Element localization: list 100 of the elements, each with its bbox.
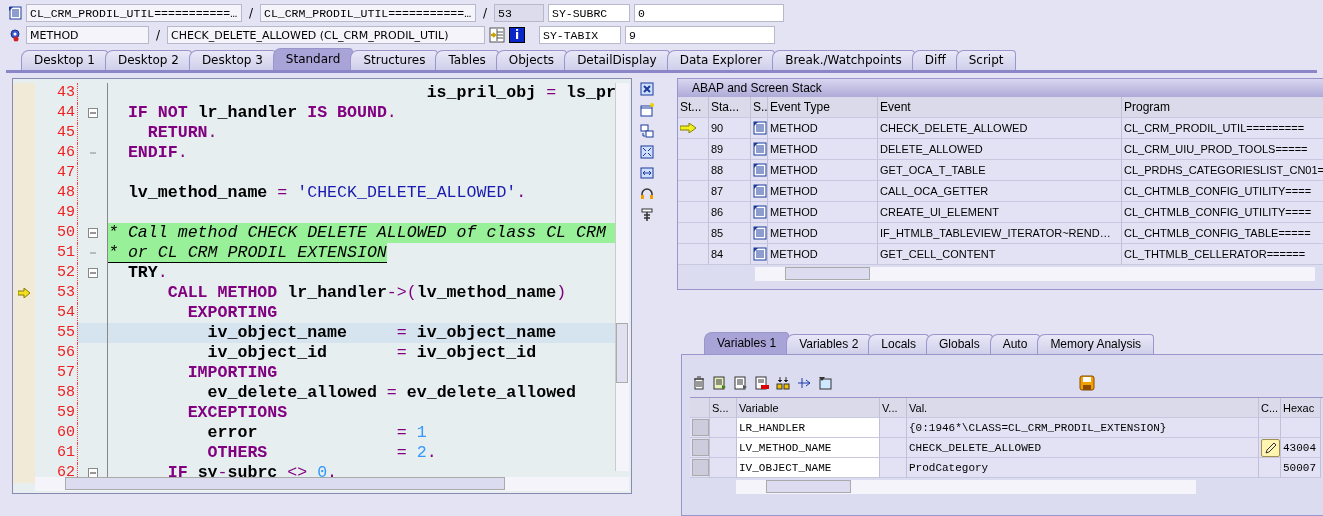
table-cell: 87 <box>709 181 751 202</box>
code-line: ev_delete_allowed = ev_delete_allowed <box>206 383 578 403</box>
tab[interactable]: Variables 2 <box>786 334 872 354</box>
table-cell: CHECK_DELETE_ALLOWED <box>907 438 1259 458</box>
resize-width-icon[interactable] <box>640 166 654 180</box>
sort-icon[interactable] <box>776 376 790 390</box>
tab[interactable]: Data Explorer <box>666 50 776 70</box>
delete-icon[interactable] <box>692 376 706 390</box>
swap-windows-icon[interactable] <box>640 124 654 138</box>
column-header[interactable]: Val. <box>907 398 1259 418</box>
table-cell: METHOD <box>768 160 878 181</box>
table-cell: CL_CHTMLB_CONFIG_UTILITY==== <box>1122 202 1323 223</box>
separator: / <box>481 6 488 20</box>
save-icon[interactable] <box>1079 375 1095 391</box>
document-icon <box>8 6 22 20</box>
tab[interactable]: Variables 1 <box>704 332 790 354</box>
code-line: RETURN. <box>146 123 219 143</box>
tab[interactable]: Locals <box>868 334 929 354</box>
tab[interactable]: Objects <box>495 50 568 70</box>
column-header[interactable]: St... <box>678 97 709 118</box>
display-field: METHOD <box>26 26 149 44</box>
table-cell: CL_PRDHS_CATEGORIESLIST_CN01= <box>1122 160 1323 181</box>
tab[interactable]: Diff <box>911 50 959 70</box>
display-field: CHECK_DELETE_ALLOWED (CL_CRM_PRODIL_UTIL) <box>167 26 485 44</box>
code-line: TRY. <box>126 263 169 283</box>
table-cell: 89 <box>709 139 751 160</box>
table-cell: CL_CRM_UIU_PROD_TOOLS===== <box>1122 139 1323 160</box>
new-window-icon[interactable] <box>640 103 654 117</box>
horizontal-scrollbar[interactable] <box>755 267 1315 281</box>
tool-icon[interactable] <box>640 208 654 222</box>
comment-highlight: * Call method CHECK DELETE ALLOWED of class CL CRM <box>108 223 615 243</box>
column-header[interactable]: V... <box>880 398 907 418</box>
table-cell: 50007 <box>1281 458 1321 478</box>
vertical-scrollbar[interactable] <box>615 83 629 471</box>
table-cell: CREATE_UI_ELEMENT <box>878 202 1122 223</box>
code-line: iv_object_id = iv_object_id <box>206 343 538 363</box>
info-button[interactable]: i <box>509 27 525 43</box>
code-line: CALL METHOD lr_handler->(lv_method_name) <box>166 283 568 303</box>
table-cell: IV_OBJECT_NAME <box>737 458 880 478</box>
document-icon <box>753 163 767 177</box>
tab[interactable]: Standard <box>272 48 354 70</box>
tab[interactable]: Script <box>955 50 1017 70</box>
code-line: EXPORTING <box>186 303 279 323</box>
tab[interactable]: Desktop 2 <box>104 50 192 70</box>
table-cell: CALL_OCA_GETTER <box>878 181 1122 202</box>
column-header[interactable]: Event Type <box>768 97 878 118</box>
table-cell: METHOD <box>768 244 878 265</box>
code-line: IF NOT lr_handler IS BOUND. <box>126 103 398 123</box>
tab[interactable]: Memory Analysis <box>1037 334 1155 354</box>
table-cell: DELETE_ALLOWED <box>878 139 1122 160</box>
tab[interactable]: Auto <box>989 334 1041 354</box>
column-header[interactable]: S.. <box>751 97 768 118</box>
tab[interactable]: Tables <box>435 50 499 70</box>
display-field: 53 <box>494 4 544 22</box>
column-header[interactable]: Program <box>1122 97 1323 118</box>
horizontal-scrollbar[interactable] <box>35 477 629 491</box>
column-header[interactable]: S... <box>710 398 737 418</box>
document-icon <box>753 121 767 135</box>
table-cell: 85 <box>709 223 751 244</box>
column-header[interactable]: Event <box>878 97 1122 118</box>
table-cell: METHOD <box>768 139 878 160</box>
table-cell <box>880 418 907 438</box>
document-icon <box>753 247 767 261</box>
gear-icon <box>8 28 22 42</box>
arrows-icon[interactable] <box>797 376 811 390</box>
tab[interactable]: DetailDisplay <box>564 50 670 70</box>
panel-title: ABAP and Screen Stack <box>678 79 1323 97</box>
document-icon[interactable] <box>713 376 727 390</box>
column-header[interactable]: Hexac <box>1281 398 1321 418</box>
tab[interactable]: Desktop 1 <box>21 50 108 70</box>
table-cell: CHECK_DELETE_ALLOWED <box>878 118 1122 139</box>
tab[interactable]: Structures <box>350 50 439 70</box>
tab[interactable]: Globals <box>926 334 993 354</box>
column-header[interactable]: Sta... <box>709 97 751 118</box>
document-icon[interactable] <box>734 376 748 390</box>
table-cell: 86 <box>709 202 751 223</box>
code-line: ENDIF. <box>126 143 189 163</box>
comment-highlight: * or CL CRM PRODIL EXTENSION <box>108 243 387 263</box>
horizontal-scrollbar[interactable] <box>736 480 1196 494</box>
document-icon <box>753 142 767 156</box>
arrow-icon <box>680 123 696 133</box>
display-field: 9 <box>625 26 775 44</box>
column-header[interactable]: C... <box>1259 398 1281 418</box>
table-cell: 43004 <box>1281 438 1321 458</box>
close-icon[interactable] <box>640 82 654 96</box>
headset-icon[interactable] <box>640 187 654 201</box>
table-cell: LV_METHOD_NAME <box>737 438 880 458</box>
column-header[interactable]: Variable <box>737 398 880 418</box>
table-cell: GET_OCA_T_TABLE <box>878 160 1122 181</box>
code-line: iv_object_name = iv_object_name <box>206 323 558 343</box>
filter-icon[interactable] <box>818 376 832 390</box>
tab[interactable]: Break./Watchpoints <box>772 50 915 70</box>
code-line: is_pril_obj = ls_pr <box>425 83 615 103</box>
separator: / <box>154 28 161 42</box>
maximize-icon[interactable] <box>640 145 654 159</box>
code-line: EXCEPTIONS <box>186 403 289 423</box>
document-icon[interactable] <box>755 376 769 390</box>
tab[interactable]: Desktop 3 <box>188 50 276 70</box>
collapse-icon <box>87 108 98 118</box>
arrow-icon <box>18 288 30 298</box>
